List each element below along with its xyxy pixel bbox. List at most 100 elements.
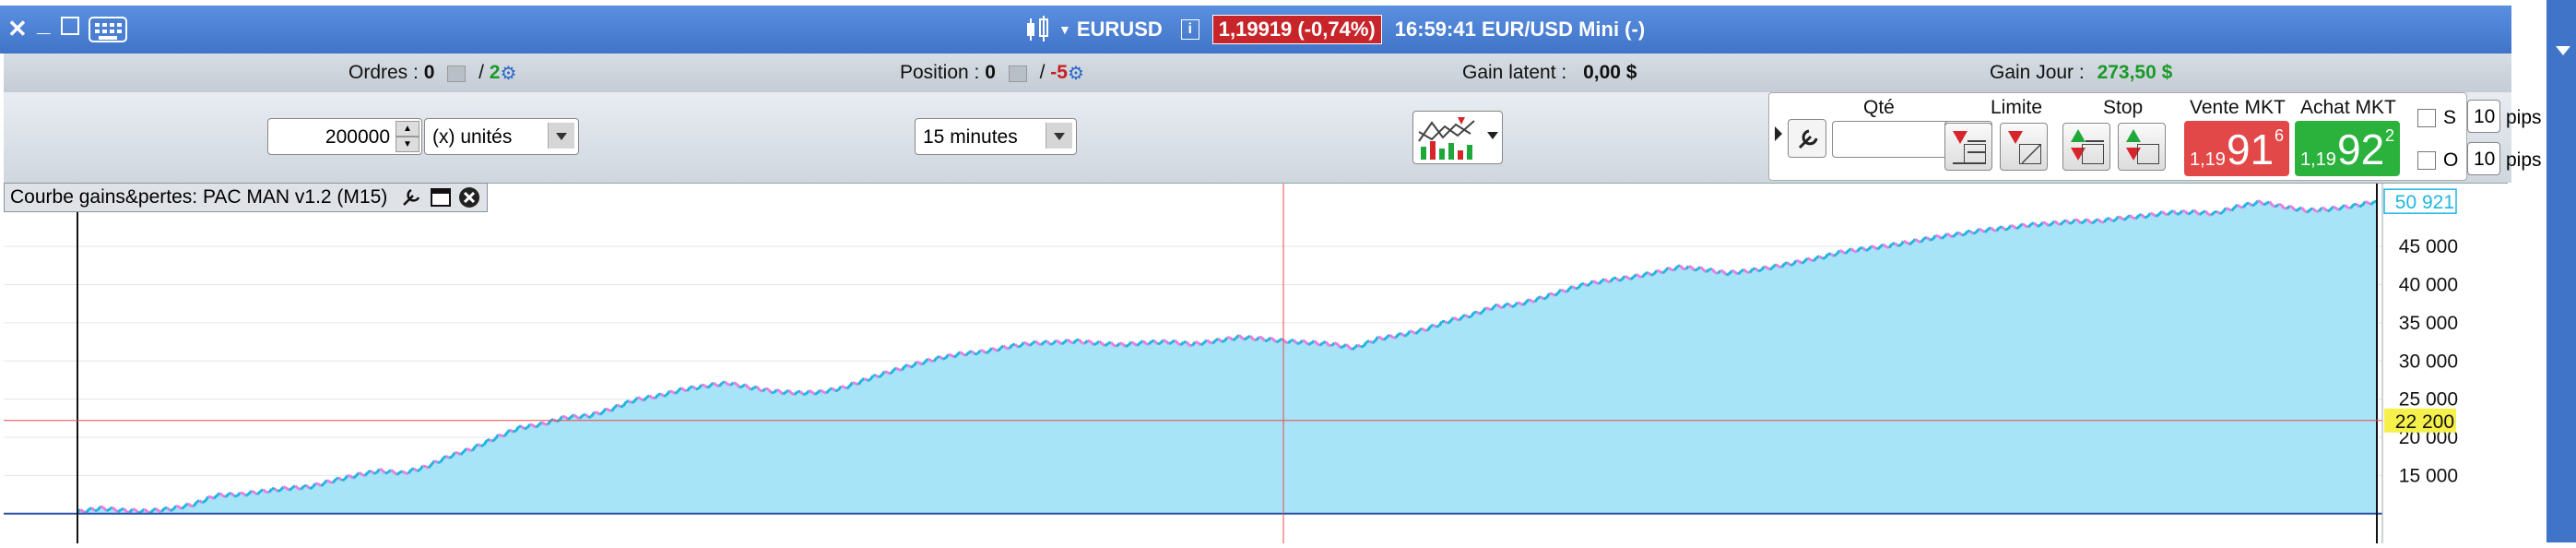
equity-line-segment xyxy=(1819,256,1822,259)
chevron-down-icon[interactable]: ▼ xyxy=(1058,22,1071,37)
equity-line-segment xyxy=(1808,258,1811,260)
info-icon[interactable]: i xyxy=(1181,19,1199,40)
o-pips-input[interactable]: 10 xyxy=(2467,142,2500,175)
equity-line-segment xyxy=(1105,343,1108,346)
quantity-stepper[interactable]: 200000 ▲ ▼ xyxy=(267,118,422,155)
collapse-arrow-icon[interactable] xyxy=(1775,126,1782,141)
order-panel: Qté 1 Limite Stop Vente MKT 1,19 91 6 Ac… xyxy=(1768,92,2467,181)
equity-line-segment xyxy=(2182,210,2185,211)
equity-line-segment xyxy=(290,488,292,491)
equity-line-segment xyxy=(417,470,419,471)
equity-chart-area[interactable]: 15 00020 00025 00030 00035 00040 00045 0… xyxy=(4,183,2508,543)
candlestick-icon[interactable] xyxy=(1023,16,1055,43)
unit-select[interactable]: (x) unités xyxy=(424,118,579,155)
equity-line-segment xyxy=(1480,312,1483,315)
equity-line-segment xyxy=(939,356,942,359)
gain-latent-label: Gain latent : xyxy=(1462,62,1566,83)
equity-line-segment xyxy=(772,392,774,393)
chart-legend[interactable]: Courbe gains&pertes: PAC MAN v1.2 (M15) xyxy=(4,183,488,212)
decrement-icon[interactable]: ▼ xyxy=(396,137,419,152)
sell-price-big: 91 xyxy=(2227,125,2274,174)
close-position-icon[interactable] xyxy=(1009,66,1027,82)
indicator-tool-button[interactable] xyxy=(1412,111,1503,164)
timeframe-select[interactable]: 15 minutes xyxy=(915,118,1077,155)
equity-line-segment xyxy=(1277,340,1280,342)
symbol-label[interactable]: EURUSD xyxy=(1077,18,1163,42)
minimize-icon[interactable]: _ xyxy=(37,9,50,38)
indicator-chart-icon xyxy=(1415,113,1480,163)
equity-line-segment xyxy=(777,389,780,391)
equity-line-segment xyxy=(1157,343,1160,344)
crosshair-value-label: 22 200 xyxy=(2395,411,2454,433)
equity-line-segment xyxy=(2112,220,2115,221)
equity-line-segment xyxy=(2296,209,2298,211)
buy-price-big: 92 xyxy=(2337,125,2384,174)
equity-line-segment xyxy=(1088,340,1091,341)
equity-line-segment xyxy=(1796,261,1799,262)
equity-line-segment xyxy=(1308,343,1311,345)
window-title: ▼ EURUSD i 1,19919 (-0,74%) 16:59:41 EUR… xyxy=(1023,6,1645,54)
maximize-icon[interactable] xyxy=(61,17,79,35)
equity-line-segment xyxy=(202,501,205,503)
buy-market-button[interactable]: 1,19 92 2 xyxy=(2295,121,2400,176)
keyboard-icon[interactable] xyxy=(89,17,127,42)
equity-line-segment xyxy=(315,483,318,484)
equity-line-segment xyxy=(1358,345,1361,347)
wrench-icon[interactable] xyxy=(398,186,424,208)
objective-checkbox[interactable] xyxy=(2417,151,2436,170)
quantity-value[interactable]: 200000 xyxy=(325,126,390,149)
gear-icon[interactable]: ⚙ xyxy=(1068,64,1084,84)
equity-line-segment xyxy=(327,481,330,482)
equity-line-segment xyxy=(1219,339,1222,341)
equity-line-segment xyxy=(1700,267,1703,269)
stop-buy-button[interactable] xyxy=(2062,123,2110,171)
equity-line-segment xyxy=(1884,244,1886,247)
stop-loss-checkbox[interactable] xyxy=(2417,109,2436,127)
equity-chart[interactable]: 15 00020 00025 00030 00035 00040 00045 0… xyxy=(4,184,2508,543)
limit-buy-button[interactable] xyxy=(1944,123,1992,171)
equity-line-segment xyxy=(403,471,406,473)
equity-line-segment xyxy=(1068,340,1070,342)
chevron-down-icon[interactable] xyxy=(1487,132,1498,139)
equity-line-segment xyxy=(1930,239,1932,240)
chevron-down-icon[interactable] xyxy=(1046,123,1072,149)
cancel-orders-icon[interactable] xyxy=(447,66,466,82)
equity-line-segment xyxy=(1561,290,1564,292)
equity-line-segment xyxy=(1866,249,1869,251)
gear-icon[interactable]: ⚙ xyxy=(500,64,516,84)
equity-line-segment xyxy=(1404,335,1407,337)
equity-line-segment xyxy=(2188,212,2191,214)
equity-line-segment xyxy=(1485,308,1488,309)
chevron-down-icon[interactable] xyxy=(2556,46,2570,55)
position-summary[interactable]: Position : 0 / -5⚙ xyxy=(900,62,1084,85)
stop-sell-button[interactable] xyxy=(2118,123,2166,171)
close-icon[interactable] xyxy=(457,185,481,209)
wrench-icon[interactable] xyxy=(1788,119,1826,158)
sell-market-button[interactable]: 1,19 91 6 xyxy=(2184,121,2289,176)
orders-separator: / xyxy=(479,62,484,83)
equity-line-segment xyxy=(847,386,850,388)
limit-sell-button[interactable] xyxy=(2000,123,2048,171)
chevron-down-icon[interactable] xyxy=(548,123,574,149)
equity-line-segment xyxy=(1265,340,1268,341)
equity-line-segment xyxy=(1979,229,1982,231)
equity-line-segment xyxy=(987,351,989,353)
equity-line-segment xyxy=(618,405,620,407)
equity-line-segment xyxy=(1991,228,1993,231)
gain-jour-value: 273,50 $ xyxy=(2097,62,2173,83)
right-scroll-strip[interactable] xyxy=(2546,0,2576,542)
position-label: Position : xyxy=(900,62,979,83)
equity-line-segment xyxy=(574,415,577,418)
equity-line-segment xyxy=(2354,204,2357,205)
increment-icon[interactable]: ▲ xyxy=(396,121,419,137)
equity-line-segment xyxy=(219,494,222,496)
orders-summary[interactable]: Ordres : 0 / 2⚙ xyxy=(349,62,516,85)
window-icon[interactable] xyxy=(430,187,452,208)
equity-line-segment xyxy=(896,368,899,370)
equity-line-segment xyxy=(1895,244,1897,246)
equity-line-segment xyxy=(1909,242,1912,244)
equity-line-segment xyxy=(481,445,484,446)
s-pips-input[interactable]: 10 xyxy=(2467,100,2500,133)
close-icon[interactable]: ✕ xyxy=(7,15,28,43)
equity-line-segment xyxy=(2098,220,2101,222)
